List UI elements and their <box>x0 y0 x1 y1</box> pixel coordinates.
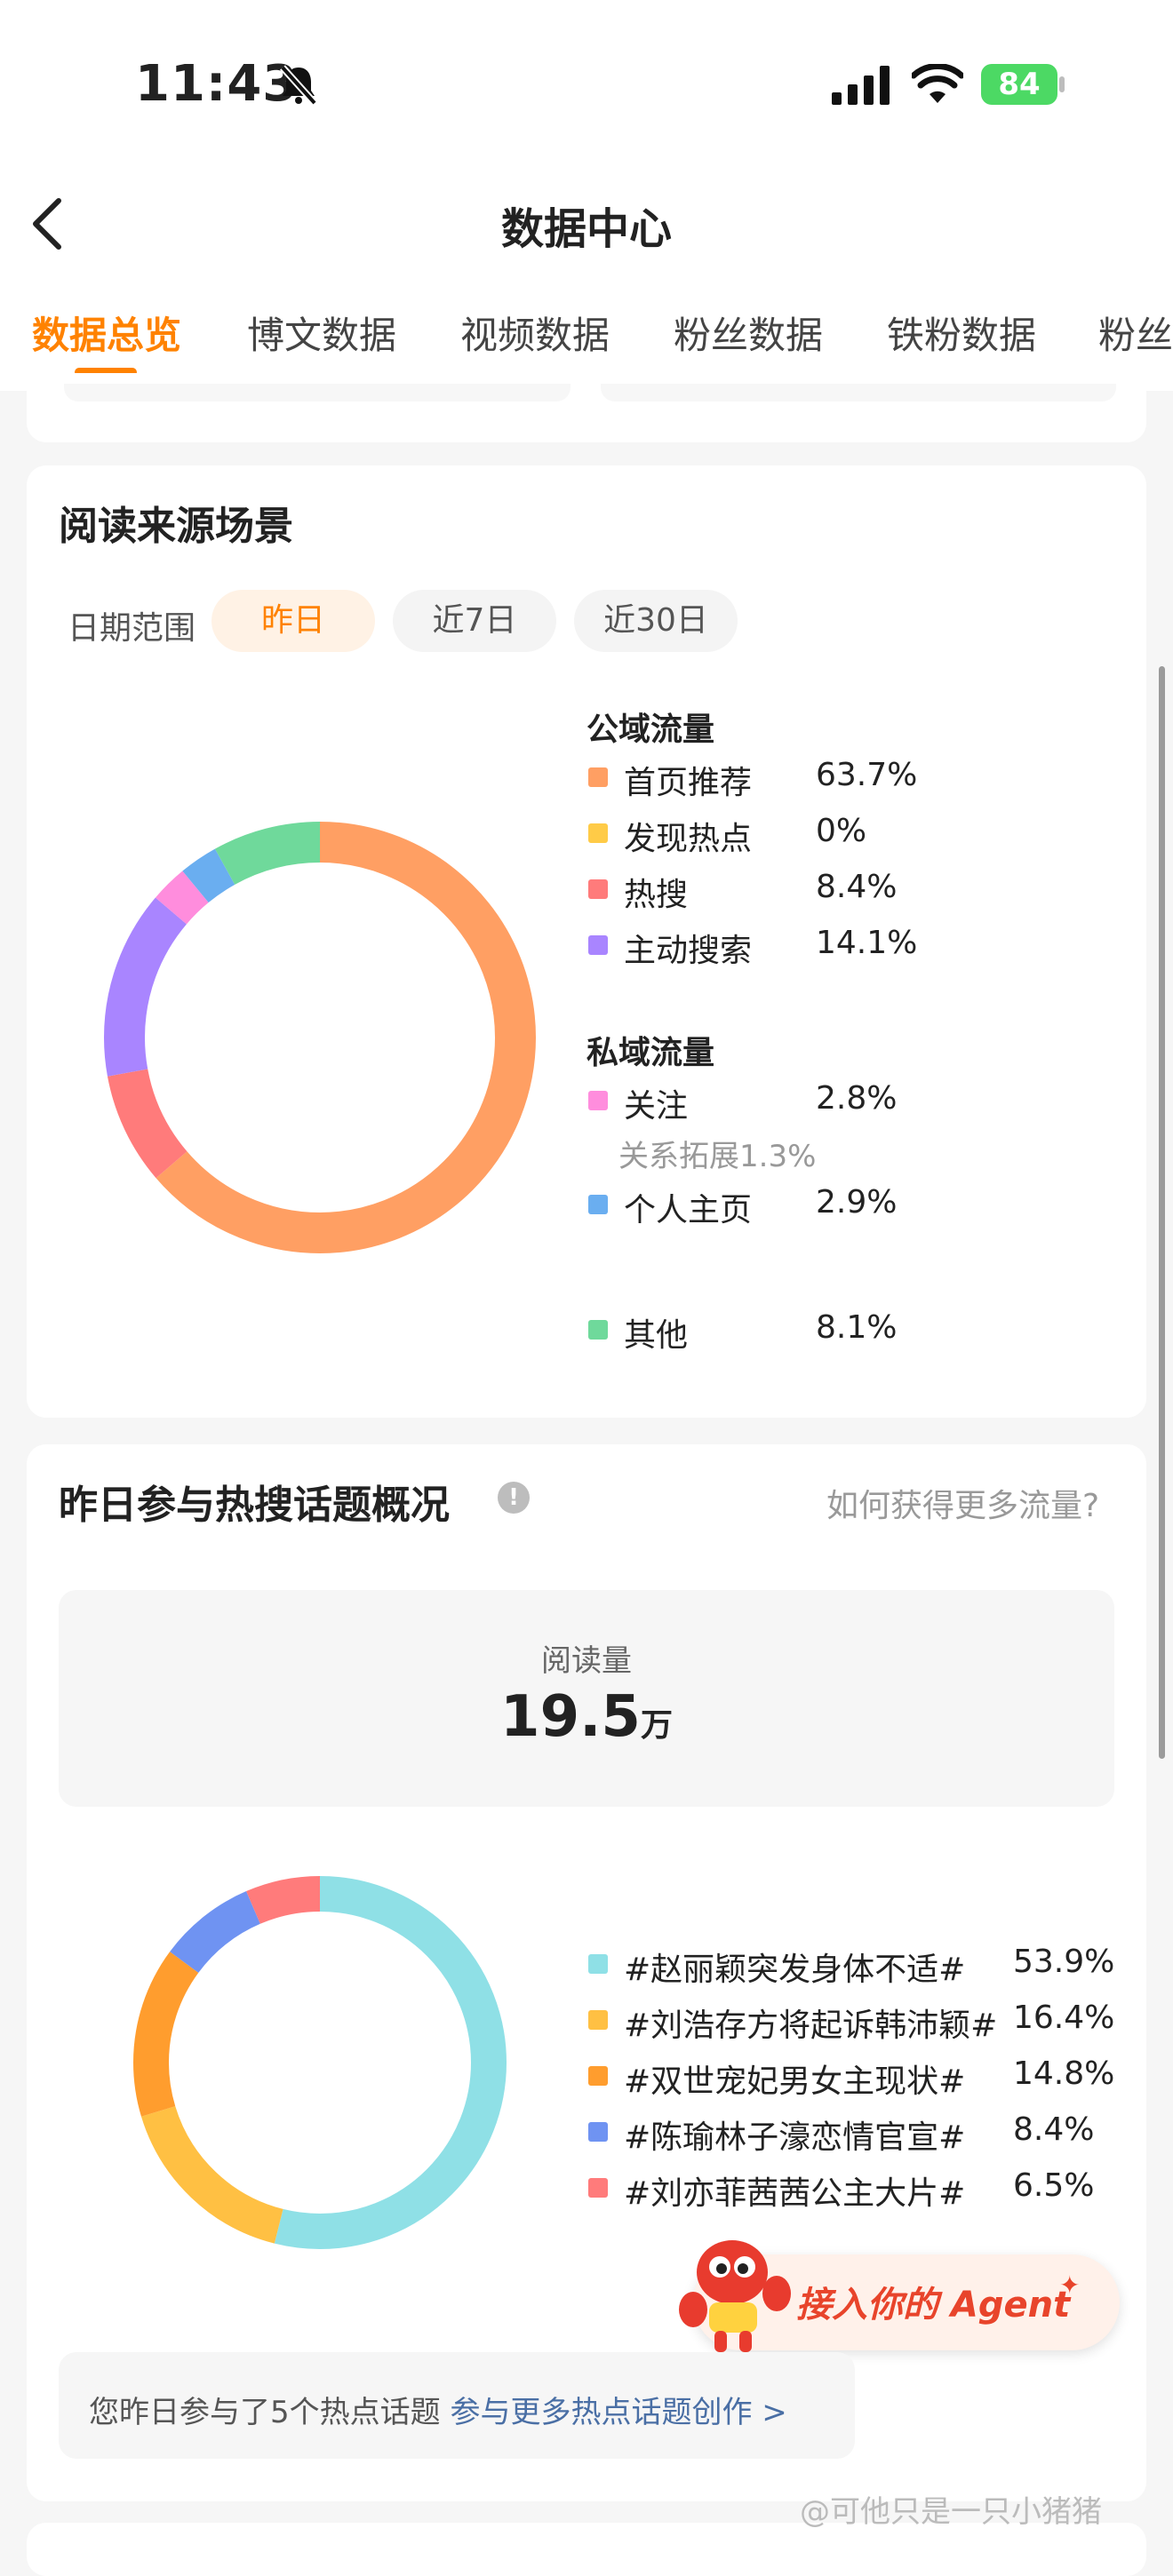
legend-label-other: 其他 <box>624 1317 689 1354</box>
tab-overview[interactable]: 数据总览 <box>32 306 181 360</box>
tab-iron-fans[interactable]: 铁粉数据 <box>887 306 1036 360</box>
legend-swatch <box>588 2010 608 2030</box>
topic-label[interactable]: #刘亦菲茜茜公主大片# <box>624 2167 965 2214</box>
topic-value: 6.5% <box>1013 2167 1095 2204</box>
tab-posts[interactable]: 博文数据 <box>247 306 396 360</box>
legend-swatch <box>588 879 608 899</box>
tab-videos[interactable]: 视频数据 <box>460 306 610 360</box>
read-source-title: 阅读来源场景 <box>59 504 293 549</box>
legend-swatch <box>588 1320 608 1340</box>
status-time: 11:43 <box>135 55 299 113</box>
tab-fans[interactable]: 粉丝数据 <box>674 306 823 360</box>
agent-label[interactable]: 接入你的 Agent <box>796 2276 1070 2327</box>
topics-footer-text: 您昨日参与了5个热点话题 <box>89 2395 441 2430</box>
info-icon[interactable]: ! <box>498 1482 530 1514</box>
public-traffic-header: 公域流量 <box>586 712 715 748</box>
watermark: @可他只是一只小猪猪 <box>800 2494 1102 2530</box>
topic-value: 53.9% <box>1013 1944 1115 1980</box>
more-topics-link[interactable]: 参与更多热点话题创作 > <box>450 2395 786 2430</box>
previous-tile-left <box>64 384 571 402</box>
legend-swatch <box>588 2178 608 2198</box>
legend-value-profile: 2.9% <box>816 1184 898 1220</box>
legend-value-other: 8.1% <box>816 1309 898 1346</box>
read-source-donut-chart <box>104 822 536 1253</box>
tab-fans-more[interactable]: 粉丝 <box>1098 306 1173 360</box>
legend-value-discover: 0% <box>816 813 867 849</box>
reads-label: 阅读量 <box>541 1643 632 1679</box>
legend-swatch <box>588 2122 608 2142</box>
relation-expansion-note: 关系拓展1.3% <box>618 1139 817 1174</box>
topic-label[interactable]: #刘浩存方将起诉韩沛颖# <box>624 2000 997 2046</box>
scrollbar[interactable] <box>1159 666 1165 1759</box>
topic-value: 16.4% <box>1013 2000 1115 2036</box>
legend-value-follow: 2.8% <box>816 1080 898 1117</box>
legend-label-profile: 个人主页 <box>624 1192 753 1228</box>
topic-label[interactable]: #陈瑜林子濠恋情官宣# <box>624 2111 965 2158</box>
sparkle-icon: ✦ <box>1059 2270 1081 2300</box>
page-title: 数据中心 <box>500 204 672 254</box>
legend-swatch <box>588 1954 608 1974</box>
legend-label-follow: 关注 <box>624 1088 689 1125</box>
legend-swatch <box>588 935 608 955</box>
legend-label-homepage: 首页推荐 <box>624 765 753 801</box>
legend-swatch <box>588 2066 608 2086</box>
previous-tile-right <box>601 384 1116 402</box>
more-traffic-link[interactable]: 如何获得更多流量? <box>826 1480 1099 1526</box>
topic-value: 8.4% <box>1013 2111 1095 2148</box>
topics-footer: 您昨日参与了5个热点话题 参与更多热点话题创作 > <box>89 2388 787 2431</box>
topic-value: 14.8% <box>1013 2055 1115 2092</box>
date-range-label: 日期范围 <box>68 610 196 647</box>
legend-swatch <box>588 823 608 843</box>
legend-label-discover: 发现热点 <box>624 821 753 857</box>
private-traffic-header: 私域流量 <box>586 1035 715 1071</box>
topic-label[interactable]: #赵丽颖突发身体不适# <box>624 1944 965 1990</box>
legend-swatch <box>588 1091 608 1110</box>
battery-indicator: 84 <box>981 64 1057 105</box>
legend-swatch <box>588 767 608 787</box>
legend-swatch <box>588 1195 608 1214</box>
range-yesterday[interactable]: 昨日 <box>211 590 375 652</box>
hot-topics-title: 昨日参与热搜话题概况 <box>59 1483 450 1528</box>
hot-topics-donut-chart <box>133 1876 507 2249</box>
legend-value-hot-search: 8.4% <box>816 869 898 905</box>
range-7d[interactable]: 近7日 <box>393 590 556 652</box>
battery-tip <box>1059 76 1065 92</box>
legend-value-homepage: 63.7% <box>816 757 918 793</box>
mascot-icon <box>679 2240 791 2352</box>
reads-value: 19.5 <box>500 1684 641 1750</box>
range-30d[interactable]: 近30日 <box>574 590 738 652</box>
legend-label-hot-search: 热搜 <box>624 877 689 913</box>
bell-muted-icon <box>280 65 317 105</box>
next-card <box>27 2523 1146 2576</box>
reads-value-group: 19.5万 <box>59 1684 1114 1750</box>
reads-unit: 万 <box>640 1707 673 1744</box>
wifi-icon <box>912 64 963 103</box>
topic-label[interactable]: #双世宠妃男女主现状# <box>624 2055 965 2102</box>
legend-label-active-search: 主动搜索 <box>624 933 753 969</box>
signal-icon <box>832 66 890 105</box>
legend-value-active-search: 14.1% <box>816 925 918 961</box>
